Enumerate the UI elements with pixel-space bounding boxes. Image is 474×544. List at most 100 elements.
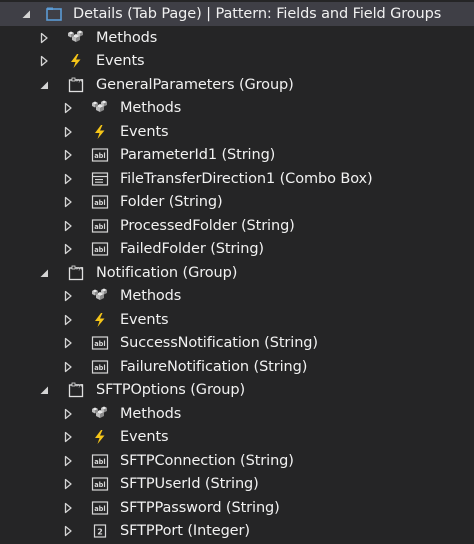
tree-node-sftppassword-string[interactable]: abl SFTPPassword (String) bbox=[0, 496, 474, 520]
tree-node-label: SFTPPort (Integer) bbox=[120, 523, 250, 539]
expand-arrow-icon[interactable] bbox=[62, 243, 74, 255]
tree-node-processedfolder-string[interactable]: abl ProcessedFolder (String) bbox=[0, 214, 474, 238]
svg-text:abl: abl bbox=[94, 504, 105, 512]
collapse-arrow-icon[interactable] bbox=[38, 384, 50, 396]
tree-node-label: FileTransferDirection1 (Combo Box) bbox=[120, 170, 373, 187]
tree-node-label: Events bbox=[120, 123, 169, 140]
methods-icon bbox=[91, 99, 109, 117]
combo-box-icon bbox=[91, 170, 109, 188]
tree-node-methods[interactable]: Methods bbox=[0, 284, 474, 308]
string-field-icon: abl bbox=[91, 146, 109, 164]
tree-node-sftpoptions-group[interactable]: xyz SFTPOptions (Group) bbox=[0, 378, 474, 402]
collapse-arrow-icon[interactable] bbox=[38, 267, 50, 279]
tree-node-label: Methods bbox=[120, 405, 182, 422]
expand-arrow-icon[interactable] bbox=[62, 478, 74, 490]
expand-arrow-icon[interactable] bbox=[62, 220, 74, 232]
tree-node-label: ProcessedFolder (String) bbox=[120, 217, 295, 234]
tree-node-label: SFTPConnection (String) bbox=[120, 452, 294, 469]
methods-icon bbox=[91, 405, 109, 423]
events-icon bbox=[91, 311, 109, 329]
tree-node-events[interactable]: Events bbox=[0, 49, 474, 73]
tree-node-failurenotification-string[interactable]: abl FailureNotification (String) bbox=[0, 355, 474, 379]
expand-arrow-icon[interactable] bbox=[62, 525, 74, 537]
tree-node-label: Methods bbox=[120, 288, 182, 304]
tree-node-details-tab-page-pattern-fields-and-field-groups[interactable]: Details (Tab Page) | Pattern: Fields and… bbox=[0, 2, 474, 26]
expand-arrow-icon[interactable] bbox=[38, 55, 50, 67]
tree-node-notification-group[interactable]: xyz Notification (Group) bbox=[0, 261, 474, 285]
expand-arrow-icon[interactable] bbox=[62, 173, 74, 185]
svg-text:xyz: xyz bbox=[76, 265, 83, 270]
string-field-icon: abl bbox=[91, 334, 109, 352]
tree-node-label: SFTPPassword (String) bbox=[120, 499, 280, 516]
svg-text:abl: abl bbox=[94, 199, 105, 207]
expand-arrow-icon[interactable] bbox=[62, 431, 74, 443]
tree-node-methods[interactable]: Methods bbox=[0, 26, 474, 50]
svg-text:abl: abl bbox=[94, 152, 105, 160]
tree-node-filetransferdirection1-combo-box[interactable]: FileTransferDirection1 (Combo Box) bbox=[0, 167, 474, 191]
expand-arrow-icon[interactable] bbox=[62, 102, 74, 114]
tree-node-sftpuserid-string[interactable]: abl SFTPUserId (String) bbox=[0, 472, 474, 496]
expand-arrow-icon[interactable] bbox=[62, 290, 74, 302]
tree-node-parameterid1-string[interactable]: abl ParameterId1 (String) bbox=[0, 143, 474, 167]
tree-node-events[interactable]: Events bbox=[0, 308, 474, 332]
tree-node-label: Methods bbox=[120, 100, 182, 116]
tree-node-label: SuccessNotification (String) bbox=[120, 335, 318, 351]
tree-node-methods[interactable]: Methods bbox=[0, 96, 474, 120]
string-field-icon: abl bbox=[91, 217, 109, 235]
tree-node-events[interactable]: Events bbox=[0, 425, 474, 449]
string-field-icon: abl bbox=[91, 193, 109, 211]
expand-arrow-icon[interactable] bbox=[62, 455, 74, 467]
svg-text:2: 2 bbox=[97, 527, 103, 536]
string-field-icon: abl bbox=[91, 358, 109, 376]
expand-arrow-icon[interactable] bbox=[62, 361, 74, 373]
tree-node-label: GeneralParameters (Group) bbox=[96, 76, 294, 93]
methods-icon bbox=[91, 287, 109, 305]
svg-text:xyz: xyz bbox=[76, 383, 83, 388]
collapse-arrow-icon[interactable] bbox=[38, 79, 50, 91]
expand-arrow-icon[interactable] bbox=[62, 502, 74, 514]
string-field-icon: abl bbox=[91, 499, 109, 517]
collapse-arrow-icon[interactable] bbox=[20, 8, 32, 20]
group-icon: xyz bbox=[67, 381, 85, 399]
svg-text:abl: abl bbox=[94, 340, 105, 348]
methods-icon bbox=[67, 29, 85, 47]
integer-field-icon: 2 bbox=[91, 522, 109, 540]
tree-node-label: Details (Tab Page) | Pattern: Fields and… bbox=[73, 6, 442, 22]
expand-arrow-icon[interactable] bbox=[62, 314, 74, 326]
tree-node-sftpport-integer[interactable]: 2 SFTPPort (Integer) bbox=[0, 519, 474, 543]
tree-node-label: FailureNotification (String) bbox=[120, 358, 308, 375]
expand-arrow-icon[interactable] bbox=[62, 196, 74, 208]
tree-node-events[interactable]: Events bbox=[0, 120, 474, 144]
tree-node-label: Events bbox=[96, 53, 145, 69]
string-field-icon: abl bbox=[91, 452, 109, 470]
tree-node-generalparameters-group[interactable]: xyz GeneralParameters (Group) bbox=[0, 73, 474, 97]
tree-node-label: Methods bbox=[96, 29, 158, 46]
tree-node-failedfolder-string[interactable]: abl FailedFolder (String) bbox=[0, 237, 474, 261]
tab-page-icon bbox=[45, 5, 63, 23]
expand-arrow-icon[interactable] bbox=[38, 32, 50, 44]
tree-node-sftpconnection-string[interactable]: abl SFTPConnection (String) bbox=[0, 449, 474, 473]
expand-arrow-icon[interactable] bbox=[62, 337, 74, 349]
tree-node-folder-string[interactable]: abl Folder (String) bbox=[0, 190, 474, 214]
svg-text:abl: abl bbox=[94, 457, 105, 465]
tree-node-label: SFTPOptions (Group) bbox=[96, 382, 246, 398]
tree-node-label: Events bbox=[120, 311, 169, 328]
group-icon: xyz bbox=[67, 264, 85, 282]
expand-arrow-icon[interactable] bbox=[62, 149, 74, 161]
svg-text:abl: abl bbox=[94, 246, 105, 254]
tree-node-label: FailedFolder (String) bbox=[120, 241, 264, 257]
tree-node-label: Folder (String) bbox=[120, 194, 223, 210]
string-field-icon: abl bbox=[91, 240, 109, 258]
expand-arrow-icon[interactable] bbox=[62, 126, 74, 138]
events-icon bbox=[67, 52, 85, 70]
string-field-icon: abl bbox=[91, 475, 109, 493]
expand-arrow-icon[interactable] bbox=[62, 408, 74, 420]
group-icon: xyz bbox=[67, 76, 85, 94]
events-icon bbox=[91, 123, 109, 141]
tree-node-label: ParameterId1 (String) bbox=[120, 147, 276, 163]
svg-text:abl: abl bbox=[94, 222, 105, 230]
tree-node-methods[interactable]: Methods bbox=[0, 402, 474, 426]
svg-text:abl: abl bbox=[94, 481, 105, 489]
tree-node-successnotification-string[interactable]: abl SuccessNotification (String) bbox=[0, 331, 474, 355]
tree-node-label: Events bbox=[120, 429, 169, 445]
